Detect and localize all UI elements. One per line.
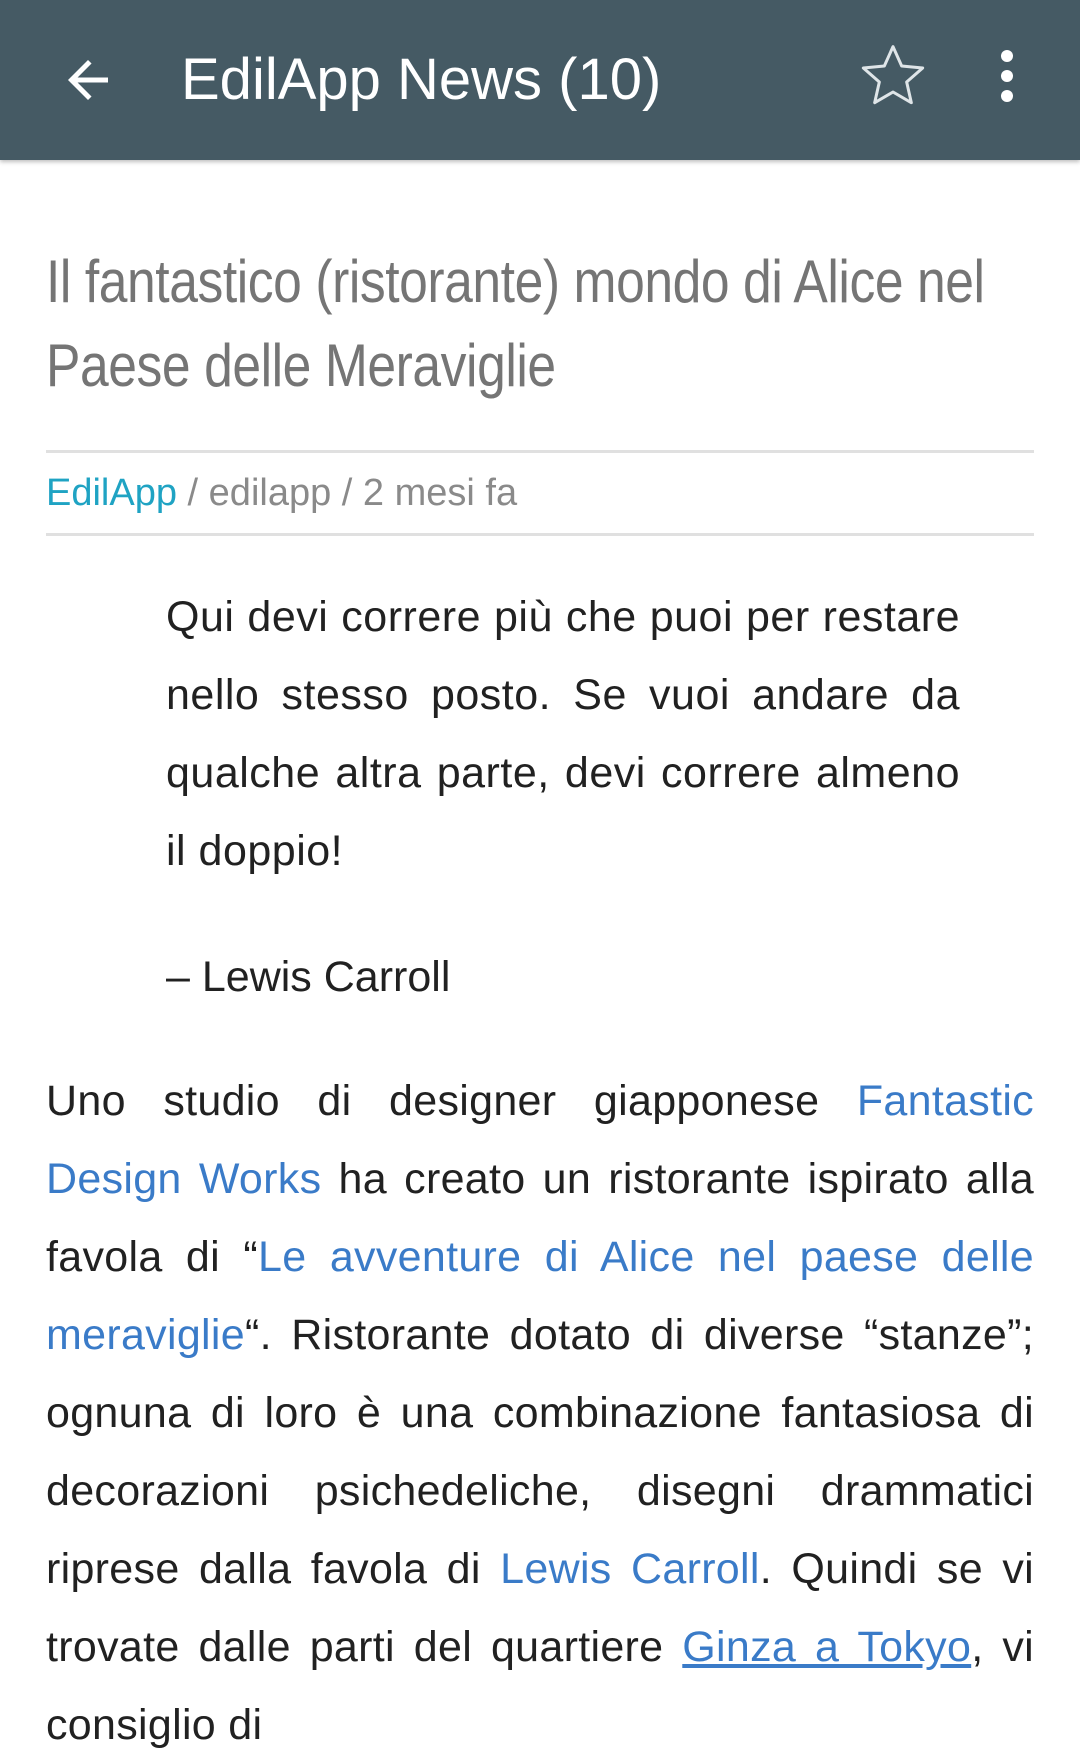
quote-attribution: – Lewis Carroll	[166, 953, 451, 1001]
source-link[interactable]: EdilApp	[46, 472, 177, 514]
time-label: 2 mesi fa	[362, 472, 518, 514]
back-button[interactable]	[46, 38, 130, 122]
blockquote: Qui devi correre più che puoi per restar…	[166, 593, 960, 875]
meta-bottom-divider	[46, 533, 1034, 536]
favorite-button[interactable]	[850, 33, 936, 119]
star-outline-icon	[861, 45, 925, 105]
link-ginza-tokyo[interactable]: Ginza a Tokyo	[682, 1623, 971, 1671]
body-text-segment: Uno studio di designer giapponese	[46, 1077, 857, 1125]
more-vert-icon	[1001, 50, 1013, 102]
article-body: Uno studio di designer giapponese Fantas…	[46, 1062, 1034, 1764]
article-meta: EdilApp / edilapp / 2 mesi fa	[46, 453, 1034, 533]
meta-separator: /	[176, 472, 209, 514]
author-label: edilapp	[208, 472, 332, 514]
app-bar: EdilApp News (10)	[0, 0, 1080, 160]
link-lewis-carroll[interactable]: Lewis Carroll	[500, 1545, 760, 1593]
article-content: Il fantastico (ristorante) mondo di Alic…	[46, 160, 1034, 1764]
article-title: Il fantastico (ristorante) mondo di Alic…	[46, 248, 985, 399]
meta-separator: /	[331, 472, 363, 514]
app-title: EdilApp News (10)	[181, 47, 662, 112]
arrow-back-icon	[68, 60, 108, 100]
overflow-menu-button[interactable]	[975, 33, 1039, 119]
